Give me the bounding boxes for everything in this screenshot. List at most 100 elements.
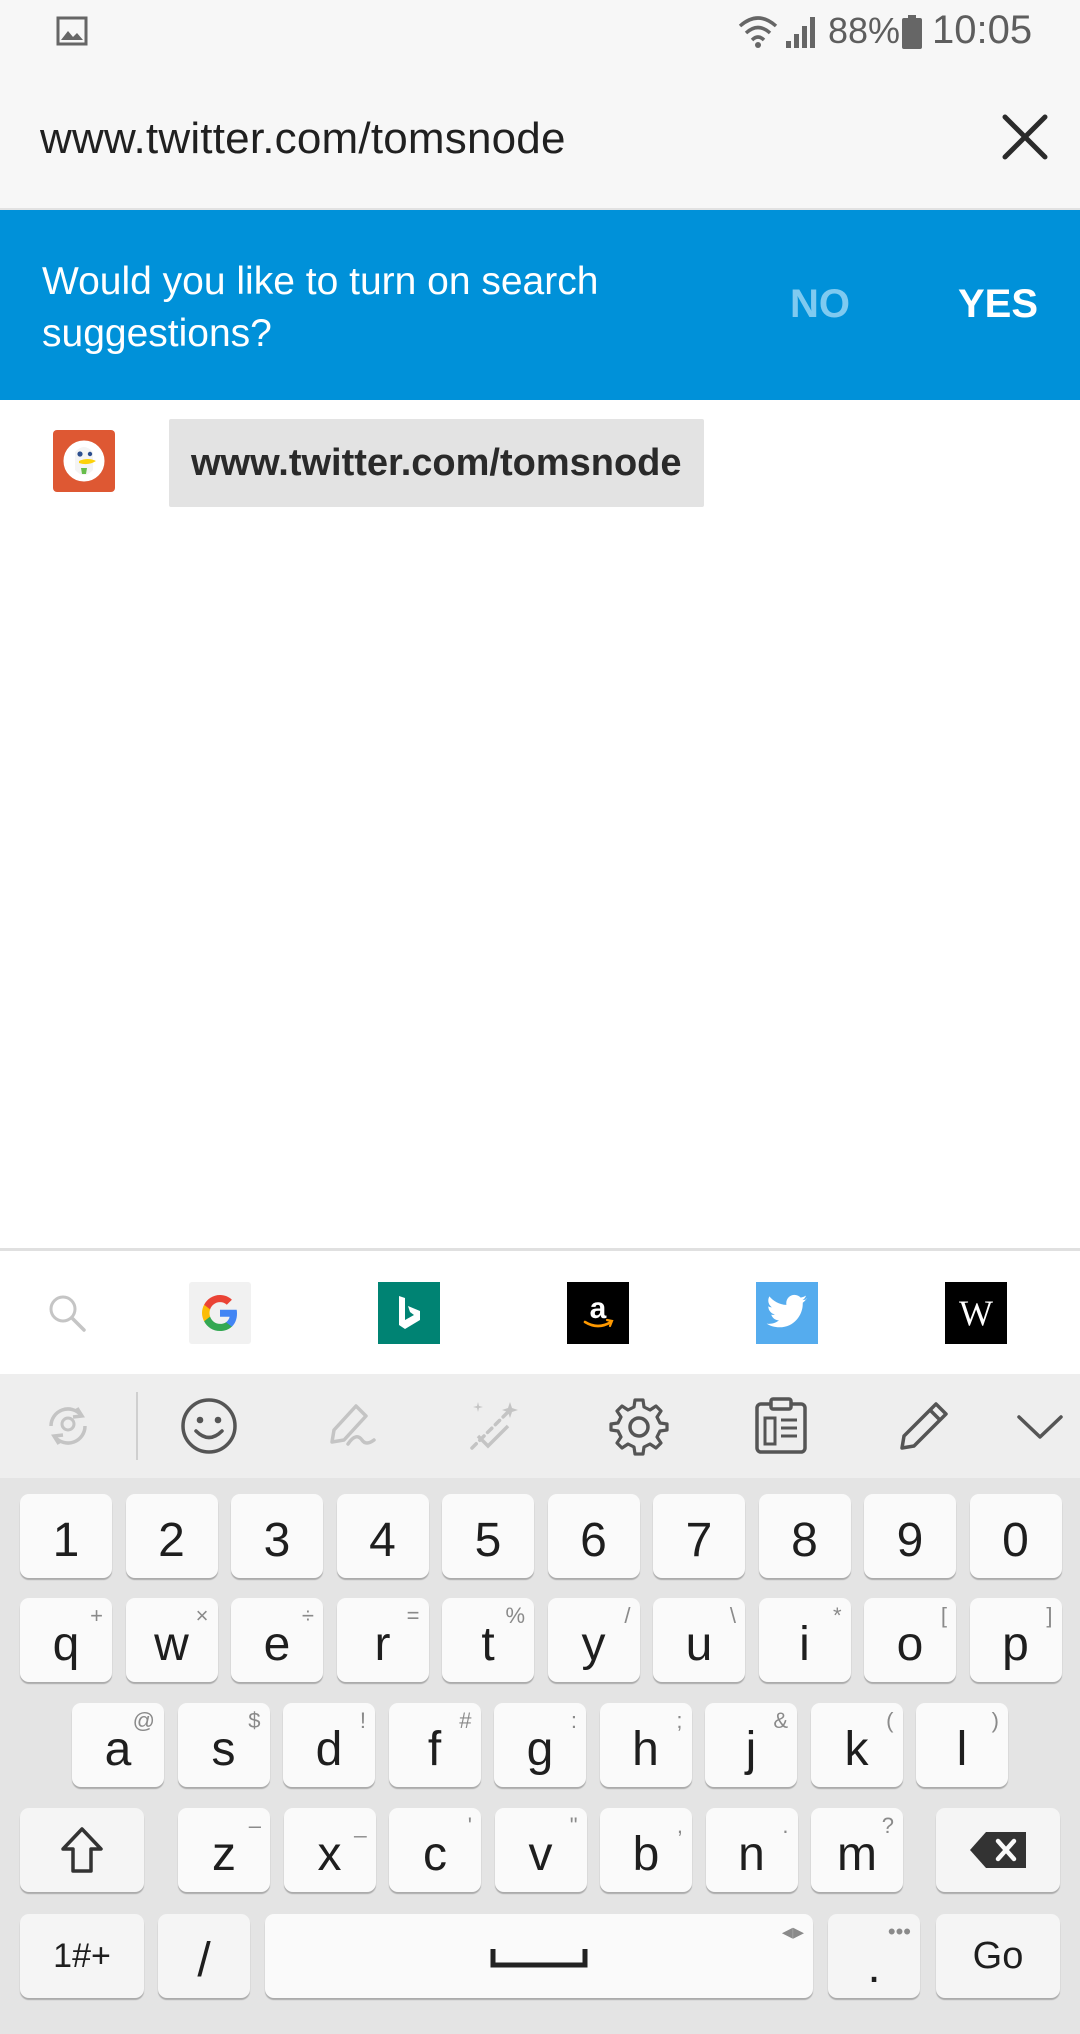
magic-pen-button[interactable]: [463, 1394, 527, 1458]
keyboard-toolbar: [0, 1374, 1080, 1480]
key-secondary-label: ;: [676, 1708, 683, 1733]
key-4[interactable]: 4: [336, 1494, 429, 1578]
key-l[interactable]: ) l: [916, 1703, 1008, 1787]
emoji-button[interactable]: [177, 1394, 241, 1458]
key-secondary-label: ": [569, 1813, 578, 1838]
slash-key-label: /: [197, 1933, 211, 1987]
key-label: g: [526, 1722, 554, 1776]
close-button[interactable]: [990, 102, 1060, 172]
key-m[interactable]: ? m: [811, 1808, 903, 1892]
key-label: d: [315, 1722, 343, 1776]
key-label: e: [263, 1617, 291, 1671]
key-p[interactable]: ] p: [969, 1598, 1062, 1682]
sync-icon: [49, 1407, 87, 1445]
key-6[interactable]: 6: [547, 1494, 640, 1578]
key-label: 9: [896, 1513, 924, 1567]
yes-button[interactable]: YES: [958, 282, 1038, 327]
search-engine-amazon[interactable]: a: [567, 1282, 629, 1344]
key-label: 3: [263, 1513, 291, 1567]
key-9[interactable]: 9: [864, 1494, 956, 1578]
key-x[interactable]: _ x: [283, 1808, 376, 1892]
handwriting-button[interactable]: [320, 1394, 384, 1458]
shift-key[interactable]: [20, 1808, 144, 1892]
key-secondary-label: ,: [676, 1813, 683, 1838]
space-key[interactable]: ◂▸: [265, 1914, 813, 1998]
no-button[interactable]: NO: [790, 282, 850, 327]
backspace-icon: [970, 1832, 1026, 1868]
key-label: i: [799, 1617, 810, 1671]
key-b[interactable]: ,b: [600, 1808, 692, 1892]
collapse-keyboard-button[interactable]: [1008, 1394, 1072, 1458]
battery-icon: [902, 15, 922, 49]
key-i[interactable]: * i: [758, 1598, 851, 1682]
key-secondary-label: :: [570, 1708, 577, 1733]
url-input[interactable]: www.twitter.com/tomsnode: [40, 114, 566, 164]
key-n[interactable]: .n: [705, 1808, 798, 1892]
key-label: 0: [1002, 1513, 1029, 1567]
key-h[interactable]: ; h: [599, 1703, 692, 1787]
svg-text:a: a: [590, 1292, 607, 1325]
key-label: o: [896, 1617, 924, 1671]
symbols-key[interactable]: 1#+: [20, 1914, 144, 1998]
clipboard-button[interactable]: [749, 1394, 813, 1458]
suggestion-row[interactable]: www.twitter.com/tomsnode: [0, 400, 1080, 526]
key-g[interactable]: :g: [494, 1703, 586, 1787]
suggestion-text: www.twitter.com/tomsnode: [191, 441, 682, 484]
key-secondary-label: –: [248, 1813, 261, 1838]
settings-button[interactable]: [607, 1394, 671, 1458]
key-8[interactable]: 8: [758, 1494, 851, 1578]
key-d[interactable]: ! d: [283, 1703, 375, 1787]
search-engine-wikipedia[interactable]: W: [945, 1282, 1007, 1344]
collapse-icon: [1017, 1415, 1063, 1439]
key-u[interactable]: \ u: [653, 1598, 745, 1682]
key-secondary-label: ×: [195, 1603, 209, 1628]
symbols-key-label: 1#+: [53, 1936, 111, 1975]
key-secondary-label: ': [467, 1813, 472, 1838]
toolbar-divider: [136, 1392, 138, 1460]
search-engine-bing[interactable]: [378, 1282, 440, 1344]
key-label: t: [481, 1617, 495, 1671]
key-5[interactable]: 5: [442, 1494, 534, 1578]
key-secondary-label: ]: [1046, 1603, 1053, 1628]
key-label: j: [745, 1722, 757, 1776]
key-1[interactable]: 1: [20, 1494, 112, 1578]
key-c[interactable]: ' c: [389, 1808, 481, 1892]
key-j[interactable]: & j: [705, 1703, 797, 1787]
search-engine-search[interactable]: [36, 1282, 98, 1344]
key-o[interactable]: [o: [864, 1598, 956, 1682]
key-f[interactable]: # f: [388, 1703, 481, 1787]
key-k[interactable]: (k: [810, 1703, 903, 1787]
edit-button[interactable]: [892, 1394, 956, 1458]
key-s[interactable]: $ s: [177, 1703, 270, 1787]
key-w[interactable]: × w: [125, 1598, 218, 1682]
key-y[interactable]: / y: [547, 1598, 640, 1682]
key-v[interactable]: " v: [494, 1808, 587, 1892]
key-2[interactable]: 2: [125, 1494, 218, 1578]
key-z[interactable]: – z: [178, 1808, 270, 1892]
suggestion-chip[interactable]: www.twitter.com/tomsnode: [169, 419, 704, 507]
search-engine-google[interactable]: [189, 1282, 251, 1344]
key-r[interactable]: = r: [336, 1598, 429, 1682]
url-bar: www.twitter.com/tomsnode: [0, 66, 1080, 210]
key-7[interactable]: 7: [653, 1494, 745, 1578]
key-label: p: [1002, 1617, 1029, 1671]
slash-key[interactable]: /: [158, 1914, 250, 1998]
search-suggestions-banner: Would you like to turn on search suggest…: [0, 210, 1080, 400]
key-secondary-label: _: [354, 1813, 367, 1838]
key-0[interactable]: 0: [969, 1494, 1062, 1578]
key-secondary-label: #: [459, 1708, 472, 1733]
sync-button[interactable]: [36, 1394, 100, 1458]
search-engine-twitter[interactable]: [756, 1282, 818, 1344]
period-key[interactable]: ••• .: [828, 1914, 920, 1998]
key-q[interactable]: + q: [20, 1598, 112, 1682]
emoji-icon: [181, 1398, 237, 1454]
go-key[interactable]: Go: [936, 1914, 1060, 1998]
key-e[interactable]: ÷ e: [231, 1598, 323, 1682]
key-label: v: [528, 1827, 553, 1881]
backspace-key[interactable]: [936, 1808, 1060, 1892]
key-a[interactable]: @ a: [72, 1703, 164, 1787]
key-label: f: [427, 1722, 442, 1776]
key-3[interactable]: 3: [231, 1494, 323, 1578]
key-label: n: [738, 1827, 765, 1881]
key-t[interactable]: % t: [442, 1598, 534, 1682]
